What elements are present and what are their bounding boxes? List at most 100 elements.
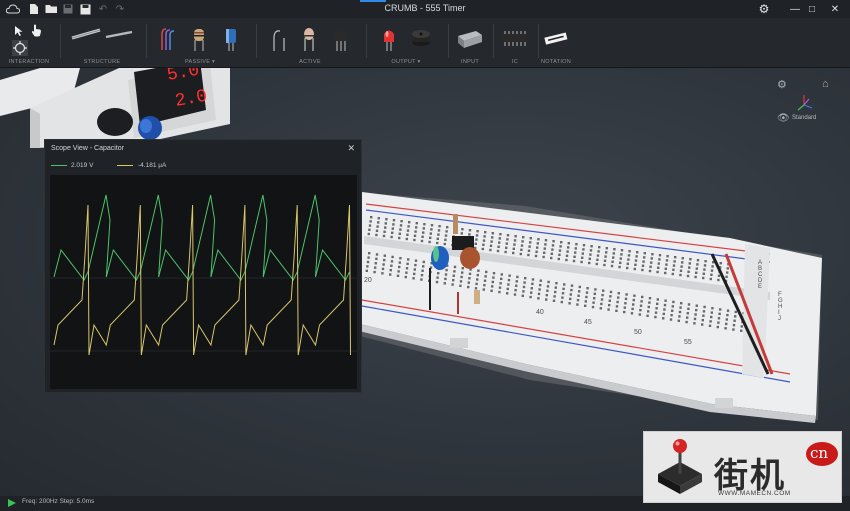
breadboard-hole[interactable] [475, 238, 478, 241]
breadboard-hole[interactable] [531, 282, 534, 286]
breadboard-hole[interactable] [398, 232, 401, 235]
transistor-icon[interactable] [330, 26, 352, 52]
breadboard-hole[interactable] [569, 293, 572, 296]
breadboard-hole[interactable] [481, 247, 484, 251]
breadboard-hole[interactable] [719, 262, 722, 265]
breadboard-hole[interactable] [656, 270, 659, 274]
breadboard-hole[interactable] [602, 289, 605, 292]
breadboard-hole[interactable] [570, 288, 573, 292]
breadboard-hole[interactable] [717, 274, 721, 277]
breadboard-hole[interactable] [415, 222, 418, 225]
breadboard-hole[interactable] [671, 272, 674, 276]
breadboard-hole[interactable] [639, 308, 642, 312]
breadboard-hole[interactable] [679, 269, 683, 272]
breadboard-hole[interactable] [608, 299, 611, 302]
breadboard-hole[interactable] [497, 245, 500, 248]
breadboard-hole[interactable] [636, 251, 639, 254]
breadboard-hole[interactable] [679, 306, 682, 309]
breadboard-hole[interactable] [569, 297, 572, 301]
breadboard-hole[interactable] [383, 254, 386, 257]
breadboard-hole[interactable] [632, 298, 635, 302]
breadboard-hole[interactable] [647, 305, 650, 309]
breadboard-hole[interactable] [443, 282, 446, 285]
led-diode-icon[interactable] [298, 26, 320, 52]
breadboard-hole[interactable] [490, 240, 493, 243]
breadboard-hole[interactable] [482, 288, 485, 291]
breadboard-hole[interactable] [655, 307, 658, 310]
breadboard-hole[interactable] [534, 254, 538, 258]
breadboard-hole[interactable] [520, 244, 524, 247]
breadboard-hole[interactable] [687, 270, 690, 273]
breadboard-hole[interactable] [382, 234, 386, 238]
breadboard-hole[interactable] [701, 318, 704, 322]
breadboard-hole[interactable] [612, 252, 615, 255]
breadboard-hole[interactable] [662, 317, 665, 320]
breadboard-hole[interactable] [365, 269, 368, 272]
breadboard-hole[interactable] [581, 252, 584, 255]
breadboard-hole[interactable] [718, 312, 721, 316]
scope-window[interactable]: Scope View - Capacitor ✕ 2.019 V -4.181 … [44, 139, 362, 393]
breadboard-hole[interactable] [702, 310, 706, 313]
breadboard-hole[interactable] [406, 233, 409, 236]
axis-gizmo-icon[interactable] [795, 93, 815, 113]
scope-close-button[interactable]: ✕ [347, 143, 355, 154]
breadboard-hole[interactable] [576, 298, 580, 302]
breadboard-hole[interactable] [680, 265, 683, 268]
breadboard-hole[interactable] [374, 262, 377, 265]
breadboard-hole[interactable] [430, 228, 433, 231]
breadboard-hole[interactable] [375, 253, 379, 256]
breadboard-hole[interactable] [664, 267, 667, 270]
breadboard-hole[interactable] [657, 266, 660, 269]
breadboard-hole[interactable] [399, 257, 402, 260]
breadboard-hole[interactable] [516, 275, 519, 279]
breadboard-hole[interactable] [582, 244, 586, 247]
breadboard-hole[interactable] [596, 258, 599, 261]
breadboard-hole[interactable] [422, 265, 425, 268]
breadboard-hole[interactable] [733, 319, 736, 322]
breadboard-hole[interactable] [658, 258, 661, 261]
breadboard-hole[interactable] [384, 226, 387, 229]
breadboard-hole[interactable] [436, 237, 439, 240]
breadboard-hole[interactable] [444, 277, 447, 281]
play-simulation-icon[interactable] [8, 499, 16, 507]
breadboard-hole[interactable] [452, 278, 455, 282]
breadboard-hole[interactable] [420, 239, 424, 243]
breadboard-hole[interactable] [687, 307, 690, 311]
breadboard-hole[interactable] [672, 300, 675, 304]
breadboard-hole[interactable] [483, 279, 487, 282]
breadboard-hole[interactable] [585, 291, 589, 294]
breadboard-hole[interactable] [550, 252, 553, 255]
breadboard-hole[interactable] [468, 233, 471, 236]
breadboard-hole[interactable] [605, 251, 608, 254]
breadboard-hole[interactable] [444, 273, 448, 276]
breadboard-hole[interactable] [392, 223, 395, 226]
breadboard-hole[interactable] [695, 271, 698, 274]
breadboard-hole[interactable] [664, 271, 667, 275]
breadboard-hole[interactable] [529, 241, 532, 244]
breadboard-hole[interactable] [547, 280, 550, 284]
breadboard-hole[interactable] [491, 285, 494, 288]
breadboard-hole[interactable] [619, 261, 622, 264]
breadboard-hole[interactable] [710, 273, 713, 276]
breadboard-hole[interactable] [459, 280, 463, 283]
breadboard-hole[interactable] [544, 239, 548, 242]
breadboard-hole[interactable] [703, 264, 707, 267]
breadboard-hole[interactable] [726, 267, 729, 270]
breadboard-hole[interactable] [407, 225, 410, 228]
breadboard-hole[interactable] [634, 259, 638, 262]
breadboard-hole[interactable] [560, 241, 563, 244]
breadboard-hole[interactable] [592, 301, 595, 304]
breadboard-hole[interactable] [498, 241, 501, 244]
breadboard-hole[interactable] [600, 298, 604, 301]
select-cursor-icon[interactable] [14, 24, 26, 38]
breadboard-hole[interactable] [523, 281, 526, 284]
breadboard-hole[interactable] [512, 247, 515, 250]
breadboard-hole[interactable] [666, 255, 669, 258]
breadboard-hole[interactable] [711, 307, 714, 310]
breadboard-hole[interactable] [625, 293, 628, 296]
breadboard-hole[interactable] [477, 269, 480, 272]
breadboard-hole[interactable] [423, 223, 426, 226]
buzzer-icon[interactable] [410, 26, 432, 52]
breadboard-hole[interactable] [445, 268, 448, 272]
breadboard-hole[interactable] [535, 250, 538, 253]
